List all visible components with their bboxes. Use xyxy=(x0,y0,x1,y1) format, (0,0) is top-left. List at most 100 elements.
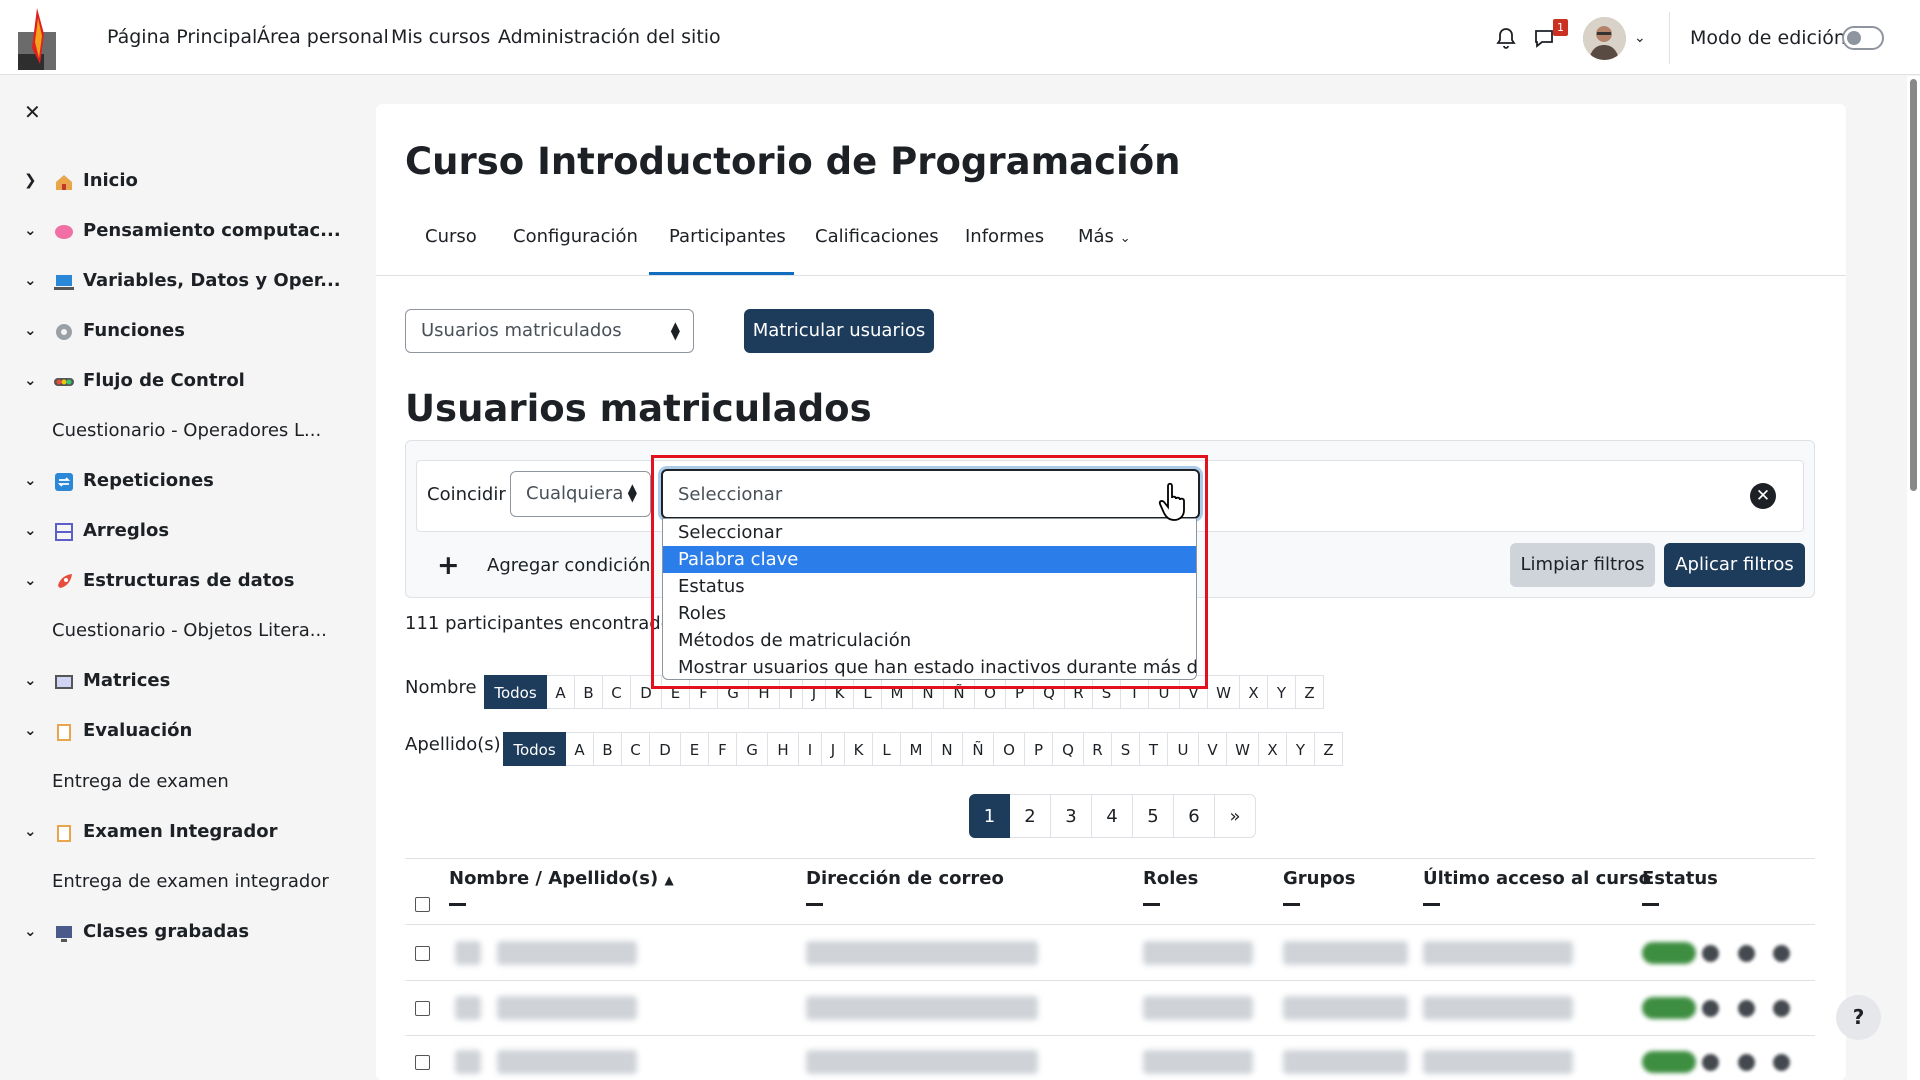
initial-a[interactable]: A xyxy=(566,732,594,766)
drawer-section-funciones[interactable]: ⌄ Funciones xyxy=(0,314,330,354)
initial-b[interactable]: B xyxy=(594,732,622,766)
initial-p[interactable]: P xyxy=(1006,675,1034,709)
page-6-button[interactable]: 6 xyxy=(1174,794,1215,838)
initial-r[interactable]: R xyxy=(1065,675,1093,709)
option-inactivos[interactable]: Mostrar usuarios que han estado inactivo… xyxy=(663,654,1196,679)
col-header-status[interactable]: Estatus xyxy=(1642,868,1718,889)
edit-mode-toggle[interactable] xyxy=(1842,26,1884,50)
blurred-cell[interactable] xyxy=(497,996,637,1020)
drawer-section-inicio[interactable]: ❯ Inicio xyxy=(0,164,330,204)
initial-i[interactable]: I xyxy=(780,675,803,709)
row-action-icon[interactable] xyxy=(1702,1000,1719,1017)
tab-calificaciones[interactable]: Calificaciones xyxy=(815,226,939,247)
drawer-section-variables[interactable]: ⌄ Variables, Datos y Oper... xyxy=(0,264,341,304)
tab-participantes[interactable]: Participantes xyxy=(669,226,786,247)
collapse-column-icon[interactable] xyxy=(449,903,466,906)
initial-m[interactable]: M xyxy=(901,732,932,766)
row-select-checkbox[interactable] xyxy=(415,946,430,961)
initial-k[interactable]: K xyxy=(845,732,873,766)
nav-my-courses-link[interactable]: Mis cursos xyxy=(391,26,490,48)
tab-mas[interactable]: Más ⌄ xyxy=(1078,226,1131,247)
initial-s[interactable]: S xyxy=(1112,732,1140,766)
initial-t[interactable]: T xyxy=(1121,675,1149,709)
row-action-icon[interactable] xyxy=(1702,945,1719,962)
drawer-section-clases-grabadas[interactable]: ⌄ Clases grabadas xyxy=(0,915,330,955)
collapse-column-icon[interactable] xyxy=(1283,903,1300,906)
initial-f[interactable]: F xyxy=(709,732,737,766)
initial-v[interactable]: V xyxy=(1199,732,1227,766)
enrol-users-button[interactable]: Matricular usuarios xyxy=(744,309,934,353)
initial-z[interactable]: Z xyxy=(1296,675,1324,709)
drawer-activity-entrega-integrador[interactable]: Entrega de examen integrador xyxy=(0,865,330,905)
add-condition-link[interactable]: Agregar condición xyxy=(487,555,650,576)
option-roles[interactable]: Roles xyxy=(663,600,1196,627)
initial-all[interactable]: Todos xyxy=(484,675,547,709)
initial-g[interactable]: G xyxy=(737,732,768,766)
initial-s[interactable]: S xyxy=(1093,675,1121,709)
initial-q[interactable]: Q xyxy=(1034,675,1065,709)
drawer-section-arreglos[interactable]: ⌄ Arreglos xyxy=(0,514,330,554)
col-header-groups[interactable]: Grupos xyxy=(1283,868,1355,889)
chevron-down-icon[interactable]: ⌄ xyxy=(24,822,37,840)
option-estatus[interactable]: Estatus xyxy=(663,573,1196,600)
remove-filter-row-icon[interactable]: ✕ xyxy=(1750,483,1776,509)
initial-n[interactable]: N xyxy=(913,675,944,709)
select-all-checkbox[interactable] xyxy=(415,897,430,912)
initial-x[interactable]: X xyxy=(1240,675,1268,709)
apply-filters-button[interactable]: Aplicar filtros xyxy=(1664,543,1805,587)
page-3-button[interactable]: 3 xyxy=(1051,794,1092,838)
initial-a[interactable]: A xyxy=(547,675,575,709)
drawer-section-flujo[interactable]: ⌄ Flujo de Control xyxy=(0,364,330,404)
initial-t[interactable]: T xyxy=(1140,732,1168,766)
initial-z[interactable]: Z xyxy=(1315,732,1343,766)
chevron-down-icon[interactable]: ⌄ xyxy=(24,471,37,489)
drawer-activity-cuestionario-operadores[interactable]: Cuestionario - Operadores L... xyxy=(0,414,330,454)
drawer-section-matrices[interactable]: ⌄ Matrices xyxy=(0,664,330,704)
initial-h[interactable]: H xyxy=(749,675,780,709)
initial-k[interactable]: K xyxy=(826,675,854,709)
nav-home-link[interactable]: Página Principal xyxy=(107,26,257,48)
tab-curso[interactable]: Curso xyxy=(425,226,477,247)
initial-y[interactable]: Y xyxy=(1287,732,1315,766)
option-seleccionar[interactable]: Seleccionar xyxy=(663,519,1196,546)
row-action-icon[interactable] xyxy=(1738,945,1755,962)
match-select[interactable]: Cualquiera ▲ ▼ xyxy=(510,471,651,517)
initial-w[interactable]: W xyxy=(1208,675,1240,709)
clear-filters-button[interactable]: Limpiar filtros xyxy=(1510,543,1655,587)
initial-j[interactable]: J xyxy=(822,732,845,766)
page-1-button[interactable]: 1 xyxy=(969,794,1010,838)
tab-informes[interactable]: Informes xyxy=(965,226,1044,247)
participants-view-select[interactable]: Usuarios matriculados ▲ ▼ xyxy=(405,309,694,353)
plus-icon[interactable]: + xyxy=(437,550,460,581)
chevron-down-icon[interactable]: ⌄ xyxy=(1634,30,1646,46)
next-page-button[interactable]: » xyxy=(1215,794,1256,838)
bell-icon[interactable] xyxy=(1494,26,1518,50)
initial-r[interactable]: R xyxy=(1084,732,1112,766)
col-header-last-access[interactable]: Último acceso al curso xyxy=(1423,868,1651,889)
filter-type-select[interactable]: Seleccionar xyxy=(661,469,1200,519)
row-select-checkbox[interactable] xyxy=(415,1001,430,1016)
initial-e[interactable]: E xyxy=(681,732,709,766)
drawer-activity-entrega-examen[interactable]: Entrega de examen xyxy=(0,765,330,805)
initial-o[interactable]: O xyxy=(975,675,1006,709)
initial-f[interactable]: F xyxy=(690,675,718,709)
initial-o[interactable]: O xyxy=(994,732,1025,766)
chevron-down-icon[interactable]: ⌄ xyxy=(24,371,37,389)
initial-e[interactable]: E xyxy=(662,675,690,709)
initial-q[interactable]: Q xyxy=(1053,732,1084,766)
col-header-name[interactable]: Nombre / Apellido(s) ▲ xyxy=(449,868,674,889)
initial-w[interactable]: W xyxy=(1227,732,1259,766)
page-5-button[interactable]: 5 xyxy=(1133,794,1174,838)
site-logo[interactable] xyxy=(18,8,60,70)
initial-p[interactable]: P xyxy=(1025,732,1053,766)
initial-c[interactable]: C xyxy=(622,732,650,766)
initial-h[interactable]: H xyxy=(768,732,799,766)
initial-l[interactable]: L xyxy=(854,675,882,709)
initial-b[interactable]: B xyxy=(575,675,603,709)
initial-i[interactable]: I xyxy=(799,732,822,766)
initial-ñ[interactable]: Ñ xyxy=(963,732,994,766)
user-avatar[interactable] xyxy=(1583,17,1626,60)
collapse-column-icon[interactable] xyxy=(1423,903,1440,906)
drawer-activity-cuestionario-objetos[interactable]: Cuestionario - Objetos Litera... xyxy=(0,614,330,654)
initial-j[interactable]: J xyxy=(803,675,826,709)
